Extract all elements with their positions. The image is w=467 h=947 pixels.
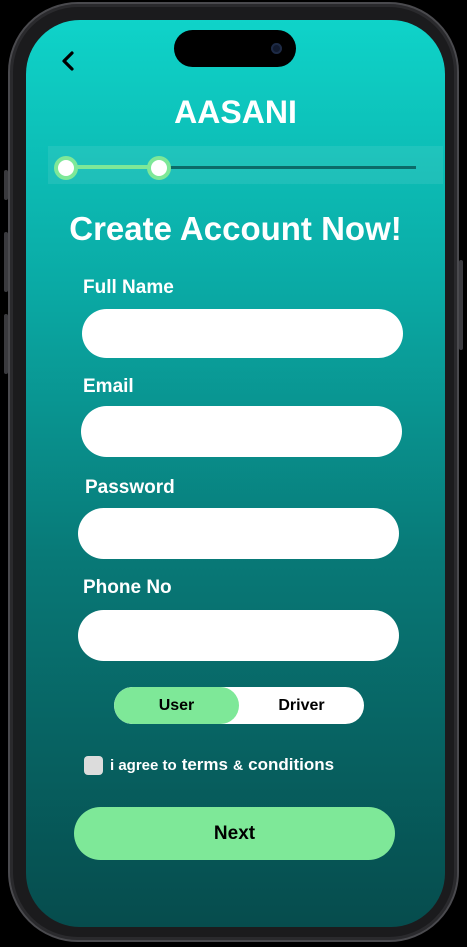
password-input[interactable] [78, 508, 399, 559]
camera-icon [271, 43, 282, 54]
mute-switch [4, 170, 8, 200]
ampersand: & [233, 757, 244, 773]
phone-label: Phone No [83, 577, 172, 598]
agree-checkbox[interactable] [84, 755, 103, 775]
chevron-left-icon [62, 51, 74, 71]
app-title: AASANI [174, 94, 297, 130]
password-label: Password [85, 477, 175, 498]
app-screen: AASANI Create Account Now! Full Name Ema… [26, 20, 445, 927]
terms-agreement: i agree to terms & conditions [84, 755, 334, 775]
email-label: Email [83, 376, 134, 397]
role-toggle: User Driver [114, 687, 364, 724]
back-button[interactable] [56, 46, 80, 76]
page-heading: Create Account Now! [69, 210, 402, 247]
role-option-user[interactable]: User [114, 687, 239, 724]
step-2-dot[interactable] [147, 156, 171, 180]
email-input[interactable] [81, 406, 402, 457]
phone-input[interactable] [78, 610, 399, 661]
full-name-input[interactable] [82, 309, 403, 358]
agree-prefix: i agree to [110, 756, 177, 774]
full-name-label: Full Name [83, 277, 174, 298]
role-option-driver[interactable]: Driver [239, 687, 364, 724]
volume-up-button [4, 232, 8, 292]
conditions-link[interactable]: conditions [248, 755, 334, 775]
terms-link[interactable]: terms [182, 755, 228, 775]
dynamic-island [174, 30, 296, 67]
power-button [459, 260, 463, 350]
volume-down-button [4, 314, 8, 374]
step-1-dot[interactable] [54, 156, 78, 180]
next-button[interactable]: Next [74, 807, 395, 860]
